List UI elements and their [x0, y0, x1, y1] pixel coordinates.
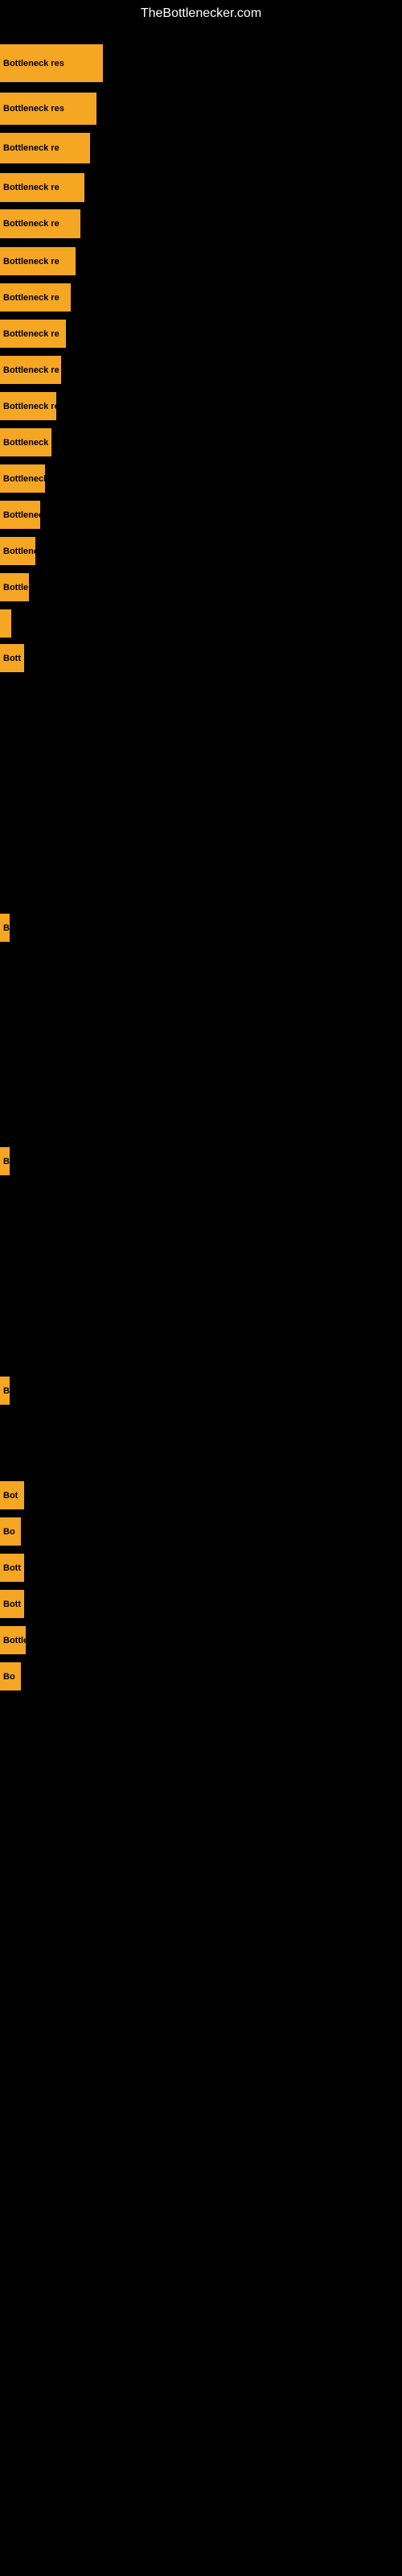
bottleneck-bar: B [0, 1147, 10, 1175]
bottleneck-bar: Bottleneck re [0, 247, 76, 275]
bottleneck-bar: Bottleneck [0, 537, 35, 565]
bottleneck-bar: Bott [0, 644, 24, 672]
bottleneck-bar: Bottleneck [0, 501, 40, 529]
bottleneck-bar: Bottleneck r [0, 428, 51, 456]
bottleneck-bar: Bottleneck re [0, 209, 80, 238]
bottleneck-bar: Bottleneck re [0, 283, 71, 312]
bottleneck-bar: Bottleneck res [0, 44, 103, 82]
bottleneck-bar: Bott [0, 1590, 24, 1618]
bottleneck-bar: Bottle [0, 573, 29, 601]
bottleneck-bar: Bottle [0, 1626, 26, 1654]
bottleneck-bar: Bott [0, 1554, 24, 1582]
site-title: TheBottlenecker.com [0, 0, 402, 27]
bottleneck-bar [0, 609, 11, 638]
bottleneck-bar: Bottleneck re [0, 320, 66, 348]
bottleneck-bar: B [0, 914, 10, 942]
bottleneck-bar: Bottleneck re [0, 356, 61, 384]
bottleneck-bar: Bottleneck re [0, 173, 84, 202]
bottleneck-bar: B [0, 1377, 10, 1405]
bottleneck-bar: Bottleneck re [0, 392, 56, 420]
bottleneck-bar: Bottleneck re [0, 133, 90, 163]
bottleneck-bar: Bottleneck res [0, 93, 96, 125]
bottleneck-bar: Bo [0, 1517, 21, 1546]
bottleneck-bar: Bo [0, 1662, 21, 1690]
bottleneck-bar: Bot [0, 1481, 24, 1509]
bottleneck-bar: Bottleneck [0, 464, 45, 493]
